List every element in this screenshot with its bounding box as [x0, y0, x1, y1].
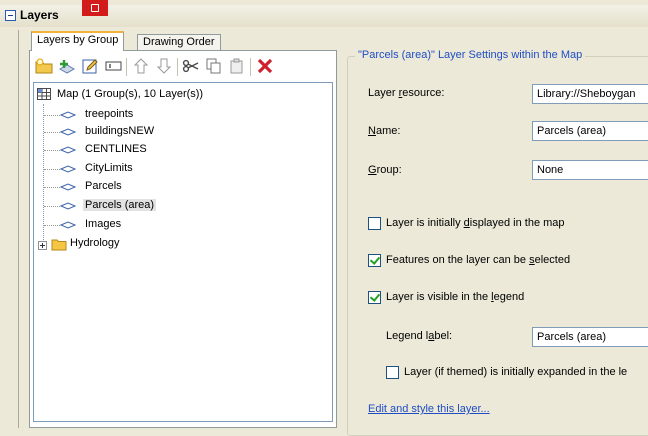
map-icon: [37, 88, 51, 100]
folder-icon: [51, 239, 67, 251]
layer-resource-field[interactable]: Library://Sheboygan: [532, 84, 648, 104]
tree-layer-buildingsnew[interactable]: buildingsNEW: [85, 125, 154, 137]
tree-connector: [44, 169, 60, 170]
initially-expanded-checkbox[interactable]: [386, 366, 399, 379]
tab-layers-by-group[interactable]: Layers by Group: [31, 31, 125, 51]
group-label: Group:: [368, 164, 402, 176]
tree-connector: [44, 150, 60, 151]
cut-icon[interactable]: [182, 57, 200, 75]
expand-icon[interactable]: [38, 241, 47, 250]
toolbar-separator: [250, 58, 251, 76]
layer-icon: [60, 146, 76, 154]
move-up-icon[interactable]: [132, 57, 150, 75]
panel-title: Layers: [20, 8, 59, 22]
tree-layer-treepoints[interactable]: treepoints: [85, 108, 133, 120]
tree-connector: [44, 206, 60, 207]
name-field[interactable]: Parcels (area): [532, 121, 648, 141]
layer-settings-group: [347, 56, 648, 436]
copy-icon[interactable]: [205, 57, 223, 75]
tree-layer-parcels-area-selected[interactable]: Parcels (area): [83, 199, 157, 211]
layer-icon: [60, 202, 76, 210]
layer-resource-label: Layer resource:: [368, 87, 445, 99]
move-down-icon[interactable]: [155, 57, 173, 75]
name-label: Name:: [368, 125, 401, 137]
edit-icon[interactable]: [82, 57, 100, 75]
tree-connector: [44, 187, 60, 188]
tree-root-map[interactable]: Map (1 Group(s), 10 Layer(s)): [57, 88, 203, 100]
tree-connector: [44, 225, 60, 226]
layer-tree: [33, 82, 333, 422]
tree-layer-centlines[interactable]: CENTLINES: [85, 143, 147, 155]
group-select[interactable]: None: [532, 160, 648, 180]
edit-style-layer-link[interactable]: Edit and style this layer...: [368, 403, 490, 415]
layer-settings-title: "Parcels (area)" Layer Settings within t…: [355, 49, 586, 61]
legend-label-label: Legend label:: [386, 330, 453, 342]
tree-layer-parcels[interactable]: Parcels: [85, 180, 122, 192]
collapse-icon[interactable]: [5, 10, 16, 21]
legend-label-field[interactable]: Parcels (area): [532, 327, 648, 347]
selectable-label: Features on the layer can be selected: [386, 254, 571, 266]
layer-icon: [60, 128, 76, 136]
layer-icon: [60, 165, 76, 173]
initially-expanded-label: Layer (if themed) is initially expanded …: [404, 366, 628, 378]
add-group-icon[interactable]: [35, 57, 53, 75]
tree-connector: [43, 104, 44, 244]
tree-layer-images[interactable]: Images: [85, 218, 121, 230]
tree-connector: [44, 115, 60, 116]
tree-group-hydrology[interactable]: Hydrology: [70, 237, 120, 249]
paste-icon[interactable]: [228, 57, 246, 75]
toolbar-separator: [126, 58, 127, 76]
visible-in-legend-label: Layer is visible in the legend: [386, 291, 525, 303]
layer-icon: [60, 221, 76, 229]
rename-icon[interactable]: [105, 57, 123, 75]
add-layer-icon[interactable]: [58, 57, 76, 75]
layer-icon: [60, 111, 76, 119]
tab-drawing-order[interactable]: Drawing Order: [137, 34, 221, 50]
tree-connector: [44, 132, 60, 133]
visible-in-legend-checkbox[interactable]: [368, 291, 381, 304]
tree-layer-citylimits[interactable]: CityLimits: [85, 162, 133, 174]
delete-icon[interactable]: [256, 57, 274, 75]
initially-displayed-checkbox[interactable]: [368, 217, 381, 230]
initially-displayed-label: Layer is initially displayed in the map: [386, 217, 565, 229]
toolbar-separator: [177, 58, 178, 76]
selectable-checkbox[interactable]: [368, 254, 381, 267]
layer-icon: [60, 183, 76, 191]
stamp-icon: [82, 0, 108, 16]
